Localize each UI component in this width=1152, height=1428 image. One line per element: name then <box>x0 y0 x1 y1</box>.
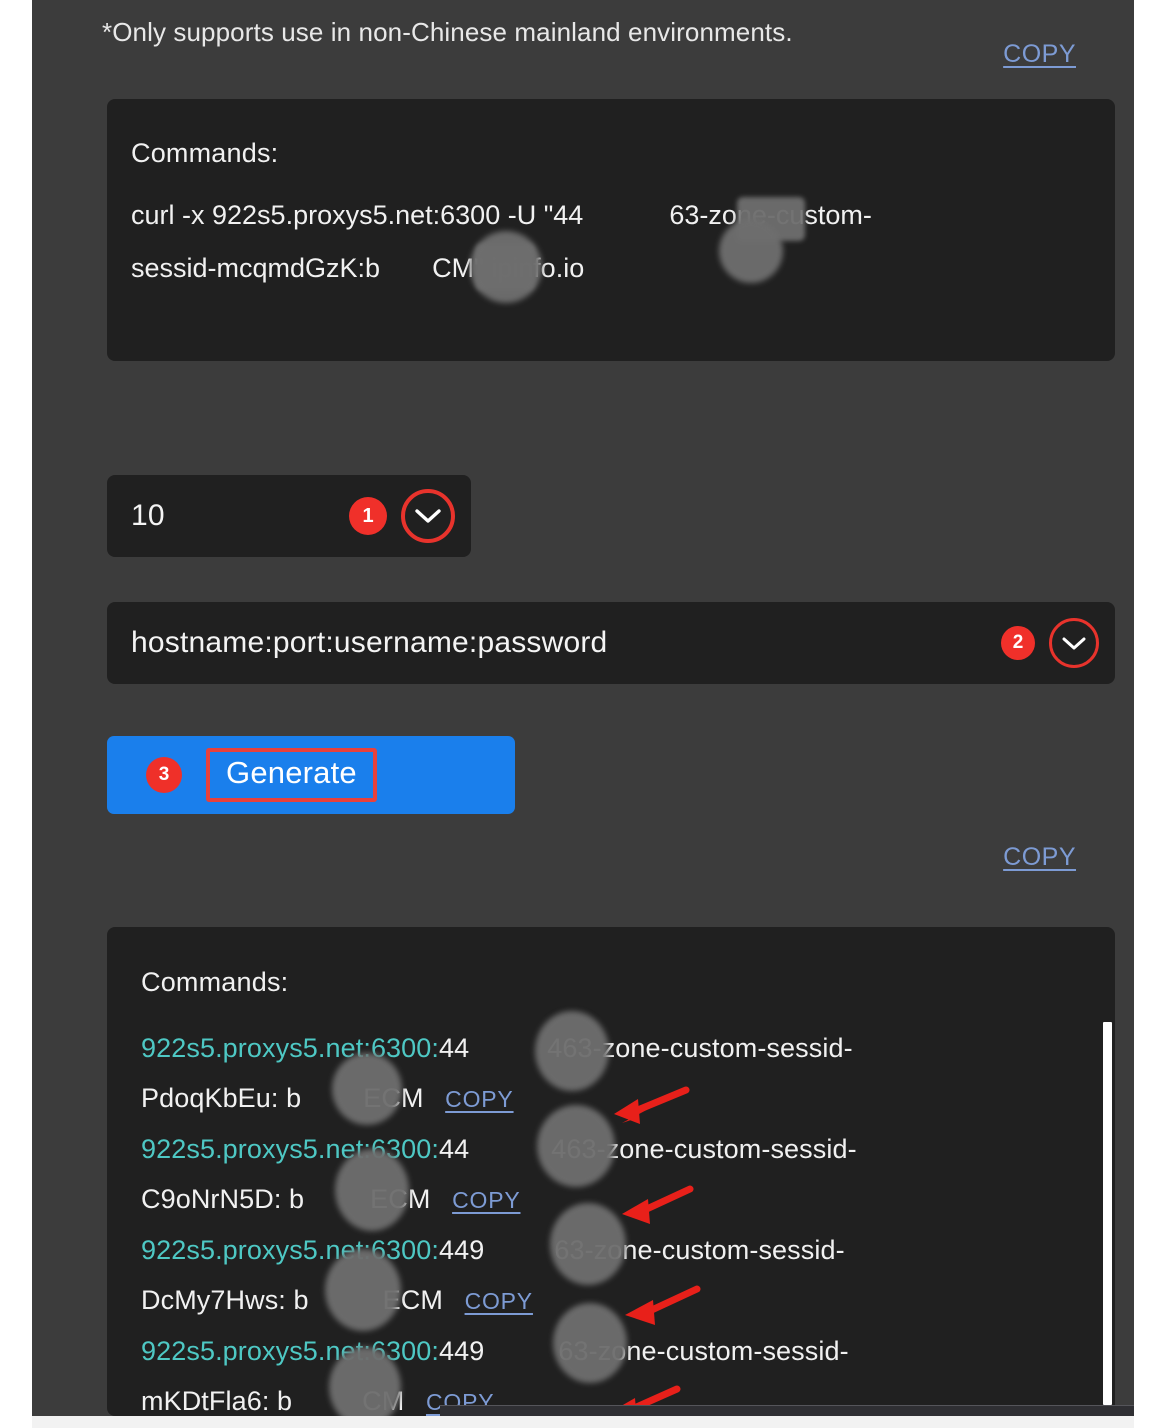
command-preview-box: Commands: curl -x 922s5.proxys5.net:6300… <box>107 99 1115 361</box>
result-host: 922s5.proxys5.net:6300: <box>141 1033 440 1063</box>
command-preview-text: curl -x 922s5.proxys5.net:6300 -U "4463-… <box>131 189 1093 295</box>
app-panel: *Only supports use in non-Chinese mainla… <box>32 0 1134 1428</box>
copy-row-link[interactable]: COPY <box>445 1086 513 1112</box>
chevron-down-icon <box>415 509 441 523</box>
copy-command-link-top[interactable]: COPY <box>1003 40 1076 69</box>
proxy-count-value: 10 <box>131 499 165 532</box>
proxy-format-controls: 2 <box>1001 602 1099 684</box>
mainland-notice: *Only supports use in non-Chinese mainla… <box>102 17 793 47</box>
bottom-margin <box>32 1416 1134 1428</box>
result-pass-head: b <box>293 1285 309 1315</box>
copy-row-link[interactable]: COPY <box>465 1288 533 1314</box>
copy-row-link[interactable]: COPY <box>452 1187 520 1213</box>
generate-button-highlight: Generate <box>206 748 377 802</box>
result-sessid: DcMy7Hws: <box>141 1285 286 1315</box>
result-sessid: mKDtFla6: <box>141 1386 270 1416</box>
result-sessid: PdoqKbEu: <box>141 1083 279 1113</box>
generate-button[interactable]: 3 Generate <box>107 736 515 814</box>
pointer-arrow-icon <box>625 1285 701 1325</box>
result-pass-head: b <box>289 1184 305 1214</box>
redaction-blob <box>335 1149 409 1231</box>
redaction-blob <box>325 1249 401 1331</box>
redaction-blob <box>719 219 783 283</box>
pointer-arrow-icon <box>614 1086 690 1124</box>
result-sessid: C9oNrN5D: <box>141 1184 282 1214</box>
proxy-format-chevron-highlight[interactable] <box>1049 618 1099 668</box>
step-badge-2: 2 <box>1001 626 1035 660</box>
result-user-head: 449 <box>439 1336 485 1366</box>
result-pass-head: b <box>277 1386 293 1416</box>
result-user-head: 44 <box>439 1033 470 1063</box>
pointer-arrow-icon <box>622 1185 694 1224</box>
proxy-format-select[interactable]: hostname:port:username:password 2 <box>107 602 1115 684</box>
result-host: 922s5.proxys5.net:6300: <box>141 1336 440 1366</box>
results-title: Commands: <box>141 967 289 997</box>
result-pass-head: b <box>286 1083 302 1113</box>
result-user-head: 44 <box>439 1134 470 1164</box>
results-box: Commands: 922s5.proxys5.net:6300:44 463-z… <box>107 927 1115 1416</box>
command-preview-title: Commands: <box>131 138 279 168</box>
copy-results-link[interactable]: COPY <box>1003 843 1076 872</box>
step-badge-1: 1 <box>349 497 387 535</box>
step-badge-3: 3 <box>146 757 182 793</box>
proxy-format-value: hostname:port:username:password <box>131 626 608 659</box>
generate-button-label: Generate <box>226 755 357 790</box>
proxy-count-select[interactable]: 10 1 <box>107 475 471 557</box>
redaction-blob <box>332 1053 402 1125</box>
proxy-count-controls: 1 <box>349 475 455 557</box>
result-host: 922s5.proxys5.net:6300: <box>141 1235 440 1265</box>
proxy-count-chevron-highlight[interactable] <box>401 489 455 543</box>
right-margin <box>1134 0 1152 1428</box>
result-user-head: 449 <box>439 1235 485 1265</box>
command-line-1a: curl -x 922s5.proxys5.net:6300 -U "44 <box>131 200 584 230</box>
chevron-down-icon <box>1062 637 1086 649</box>
redaction-blob <box>535 1011 609 1091</box>
command-line-2a: sessid-mcqmdGzK:b <box>131 253 381 283</box>
results-scrollbar-thumb[interactable] <box>1103 1022 1112 1405</box>
redaction-blob <box>470 231 542 303</box>
screen-root: *Only supports use in non-Chinese mainla… <box>0 0 1152 1428</box>
left-margin <box>0 0 32 1428</box>
